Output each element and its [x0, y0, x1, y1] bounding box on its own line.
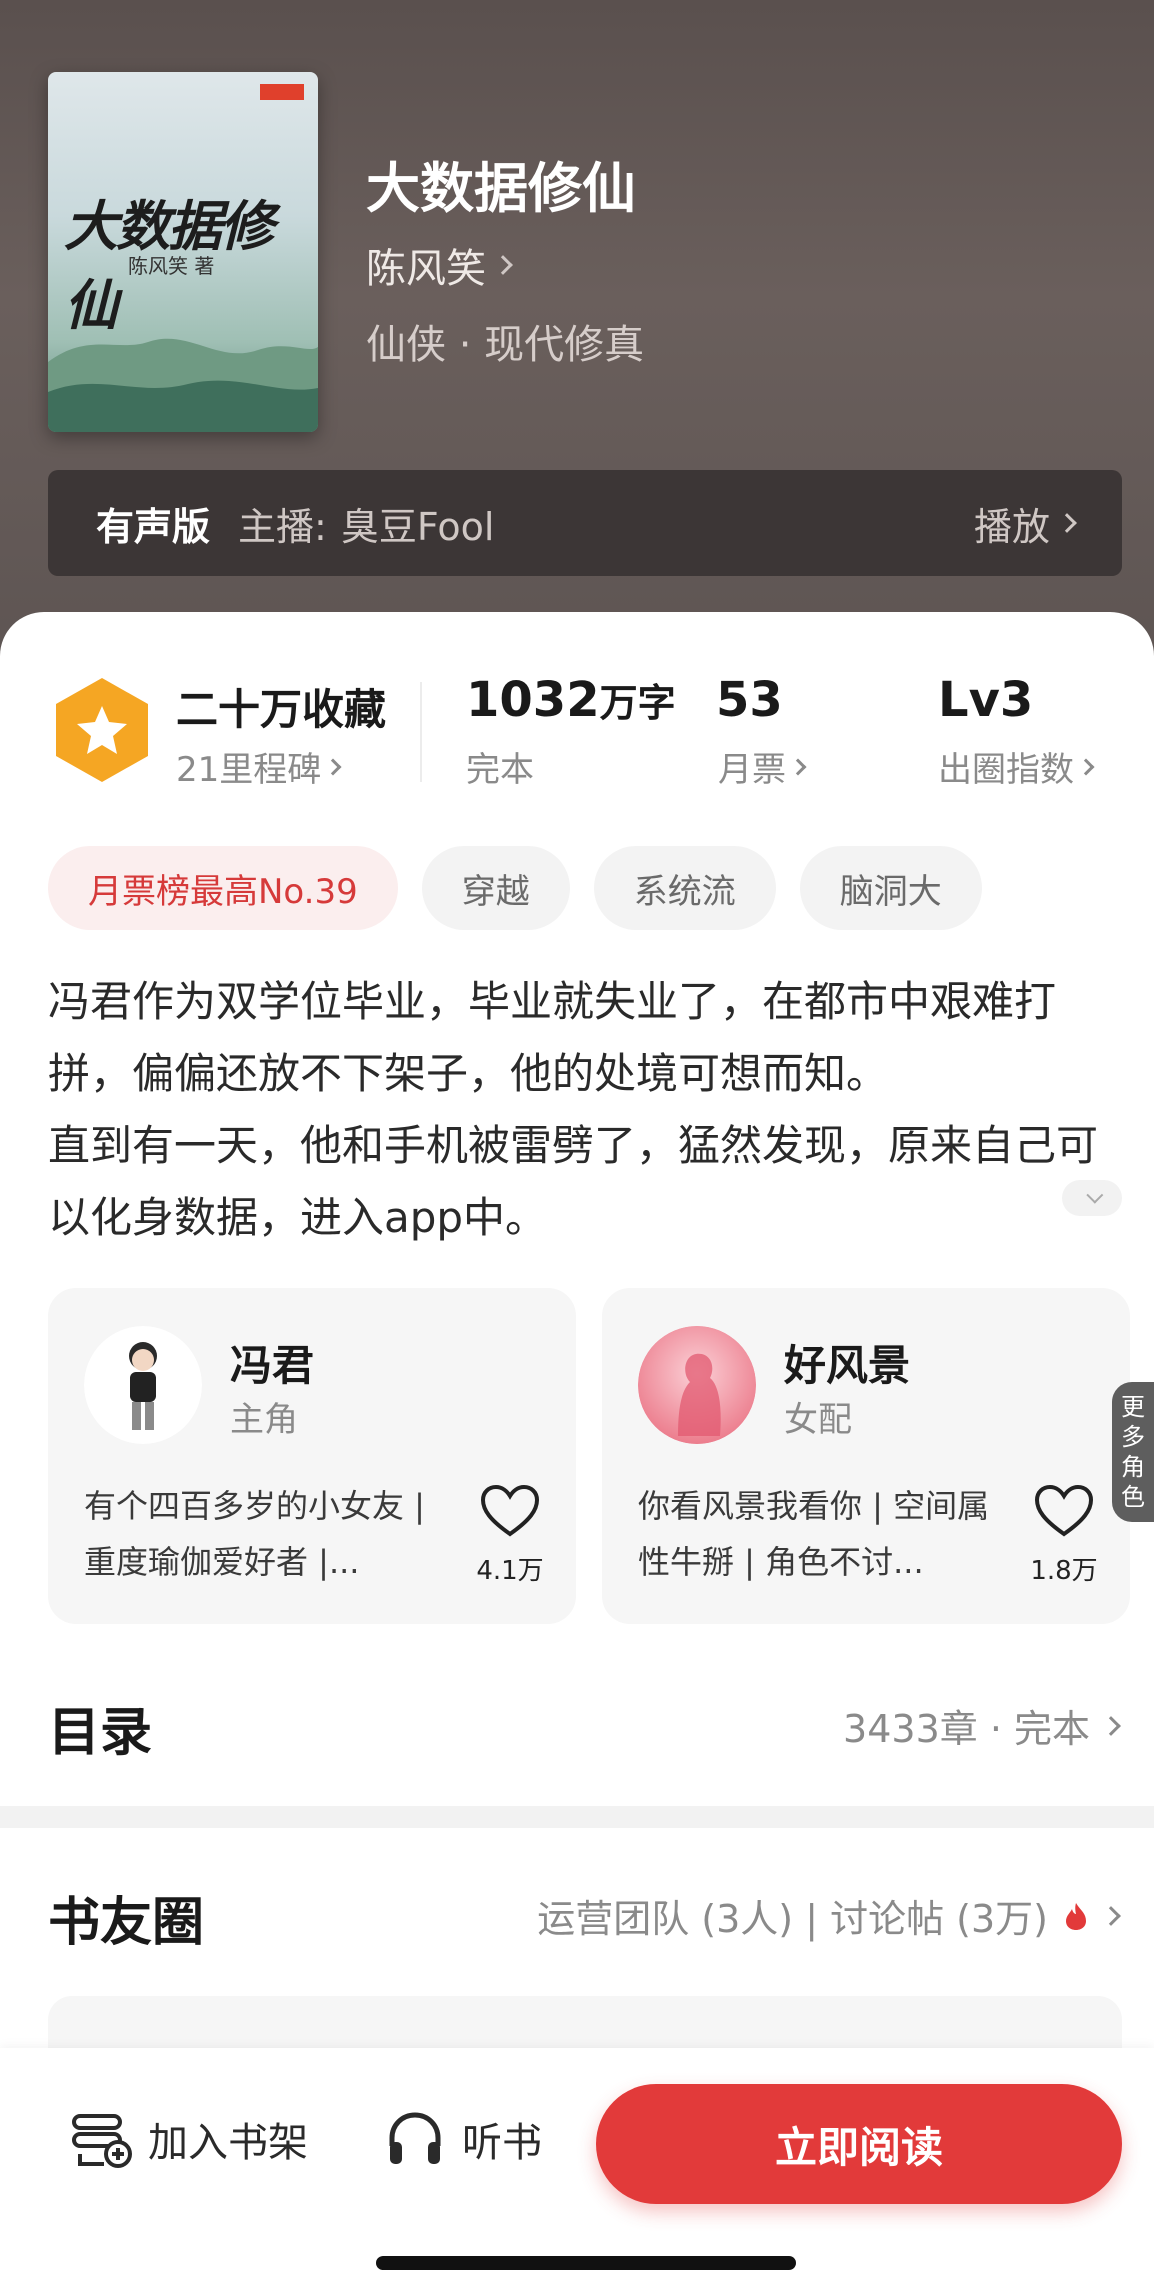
more-roles-char: 更 [1121, 1393, 1145, 1421]
favorites-star-icon [56, 678, 148, 782]
play-button[interactable]: 播放 [973, 496, 1077, 551]
favorites-count: 二十万收藏 [176, 685, 387, 734]
divider [420, 682, 422, 782]
book-cover[interactable]: 大数据修仙 陈风笑 著 [48, 72, 318, 432]
chevron-right-icon [1101, 1715, 1121, 1736]
tag-item[interactable]: 脑洞大 [799, 846, 982, 930]
chevron-right-icon [1077, 758, 1095, 775]
fire-icon [1066, 1902, 1086, 1930]
character-intro: 有个四百多岁的小女友 | 重度瑜伽爱好者 |... [84, 1487, 425, 1581]
author-link[interactable]: 陈风笑 [366, 236, 513, 294]
book-description[interactable]: 冯君作为双学位毕业，毕业就失业了，在都市中艰难打拼，偏偏还放不下架子，他的处境可… [48, 966, 1118, 1254]
chevron-right-icon [1057, 513, 1077, 533]
cover-author: 陈风笑 著 [128, 254, 215, 278]
popularity-label: 出圈指数 [938, 750, 1074, 790]
description-paragraph: 冯君作为双学位毕业，毕业就失业了，在都市中艰难打拼，偏偏还放不下架子，他的处境可… [48, 977, 1057, 1098]
play-label: 播放 [973, 504, 1050, 549]
character-card[interactable]: 冯君 主角 有个四百多岁的小女友 | 重度瑜伽爱好者 |... 4.1万 [48, 1288, 576, 1624]
more-roles-char: 色 [1121, 1483, 1145, 1511]
book-circle-meta: 运营团队 (3人) | 讨论帖 (3万) [537, 1897, 1048, 1941]
heart-icon[interactable] [480, 1484, 540, 1538]
character-role: 女配 [784, 1400, 852, 1440]
monthly-ticket-count: 53 [716, 672, 783, 728]
headphones-icon [389, 2112, 441, 2164]
character-intro: 你看风景我看你 | 空间属性牛掰 | 角色不讨... [638, 1487, 990, 1581]
author-name: 陈风笑 [366, 246, 486, 292]
read-now-button[interactable]: 立即阅读 [596, 2084, 1122, 2204]
milestone-label: 21里程碑 [176, 750, 322, 790]
tag-item[interactable]: 穿越 [421, 846, 570, 930]
add-to-shelf-button[interactable]: 加入书架 [70, 2110, 308, 2168]
toc-link[interactable]: 3433章 · 完本 [843, 1698, 1121, 1753]
listen-button[interactable]: 听书 [386, 2110, 542, 2168]
book-genre: 仙侠 · 现代修真 [366, 322, 645, 368]
chevron-right-icon [493, 255, 513, 275]
character-role: 主角 [230, 1400, 298, 1440]
like-count: 1.8万 [1030, 1556, 1098, 1586]
monthly-ticket-label: 月票 [718, 750, 786, 790]
chevron-down-icon [1086, 1186, 1104, 1204]
host-name: 臭豆Fool [340, 504, 495, 549]
listen-label: 听书 [462, 2120, 542, 2166]
tag-list: 月票榜最高No.39 穿越 系统流 脑洞大 [48, 846, 982, 930]
host-label: 主播: [238, 504, 327, 549]
home-indicator [376, 2256, 796, 2270]
toc-title: 目录 [48, 1703, 153, 1763]
word-count: 1032万字 [466, 672, 676, 728]
character-name: 冯君 [230, 1341, 315, 1390]
chevron-right-icon [1101, 1905, 1121, 1926]
add-to-shelf-label: 加入书架 [148, 2120, 308, 2166]
tag-ranking[interactable]: 月票榜最高No.39 [48, 846, 398, 930]
description-paragraph: 直到有一天，他和手机被雷劈了，猛然发现，原来自己可以化身数据，进入app中。 [48, 1121, 1099, 1242]
audio-version-bar[interactable]: 有声版 主播: 臭豆Fool 播放 [48, 470, 1122, 576]
more-roles-char: 角 [1121, 1453, 1145, 1481]
character-avatar [638, 1326, 756, 1444]
toc-meta-text: 3433章 · 完本 [843, 1707, 1090, 1751]
book-status: 完本 [466, 750, 534, 790]
chevron-right-icon [324, 758, 342, 775]
publisher-badge [260, 84, 304, 100]
section-divider [0, 1806, 1154, 1828]
more-roles-tab[interactable]: 更 多 角 色 [1112, 1382, 1154, 1522]
word-count-unit: 万字 [599, 681, 676, 725]
expand-description-button[interactable] [1062, 1180, 1122, 1216]
audio-tag: 有声版 [96, 504, 211, 549]
character-avatar [84, 1326, 202, 1444]
popularity-link[interactable]: 出圈指数 [938, 742, 1095, 791]
tag-item[interactable]: 系统流 [593, 846, 776, 930]
add-shelf-icon [72, 2114, 132, 2168]
word-count-value: 1032 [466, 672, 600, 728]
popularity-level: Lv3 [938, 672, 1034, 728]
more-roles-char: 多 [1121, 1423, 1145, 1451]
milestone-link[interactable]: 21里程碑 [176, 742, 342, 791]
heart-icon[interactable] [1034, 1484, 1094, 1538]
monthly-ticket-link[interactable]: 月票 [718, 742, 807, 791]
book-circle-link[interactable]: 运营团队 (3人) | 讨论帖 (3万) [537, 1888, 1121, 1943]
character-card[interactable]: 好风景 女配 你看风景我看你 | 空间属性牛掰 | 角色不讨... 1.8万 [602, 1288, 1130, 1624]
book-circle-title: 书友圈 [48, 1893, 205, 1953]
chevron-right-icon [789, 758, 807, 775]
like-count: 4.1万 [476, 1556, 544, 1586]
character-name: 好风景 [784, 1341, 911, 1390]
cover-landscape [48, 338, 318, 432]
book-title: 大数据修仙 [366, 157, 636, 220]
